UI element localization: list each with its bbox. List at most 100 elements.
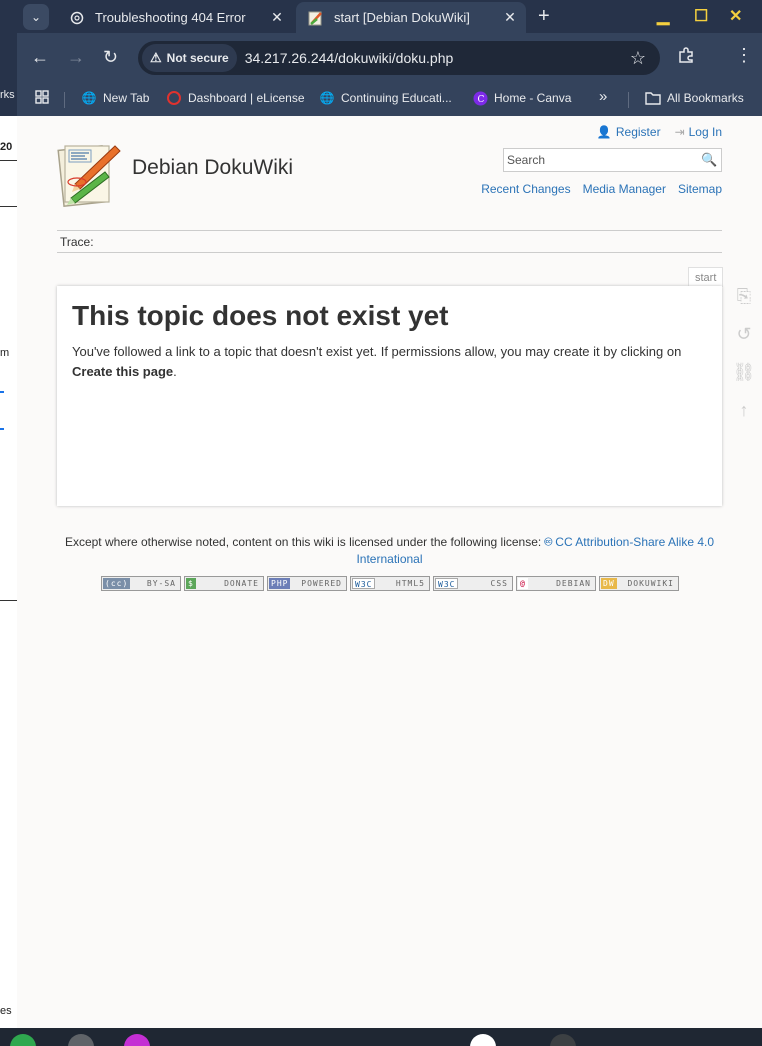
add-user-icon: 👤 bbox=[596, 125, 612, 139]
register-label: Register bbox=[615, 125, 661, 139]
shelf-app-icon[interactable] bbox=[550, 1034, 576, 1046]
user-tools: 👤 Register ⇥ Log In bbox=[583, 125, 722, 139]
badge-tag: W3C bbox=[352, 578, 376, 589]
background-window: rks 20 m es bbox=[0, 0, 17, 1046]
bookmark-continuing-education[interactable]: 🌐 Continuing Educati... bbox=[319, 90, 452, 106]
backlinks-icon[interactable]: ⛓ bbox=[729, 362, 759, 400]
search-box[interactable]: Search 🔍 bbox=[503, 148, 722, 172]
close-icon[interactable]: ✕ bbox=[267, 9, 287, 26]
background-fragment: m bbox=[0, 347, 10, 359]
bookmark-label: Dashboard | eLicense bbox=[188, 91, 305, 105]
bookmark-home-canva[interactable]: C Home - Canva bbox=[472, 90, 571, 106]
back-to-top-icon[interactable]: ↑ bbox=[729, 400, 759, 438]
background-link bbox=[0, 375, 4, 393]
search-input[interactable]: Search bbox=[504, 153, 701, 167]
badge-php-powered[interactable]: PHP POWERED bbox=[267, 576, 347, 591]
tab-troubleshooting[interactable]: Troubleshooting 404 Error ✕ bbox=[57, 2, 293, 33]
all-bookmarks-button[interactable]: All Bookmarks bbox=[645, 90, 744, 106]
close-icon[interactable]: ✕ bbox=[500, 9, 520, 26]
cc-icon: 🅭 bbox=[544, 535, 556, 549]
media-manager-link[interactable]: Media Manager bbox=[583, 182, 666, 196]
badge-w3c-html5[interactable]: W3C HTML5 bbox=[350, 576, 430, 591]
badge-tag: $ bbox=[186, 578, 196, 589]
body-end: . bbox=[173, 364, 177, 379]
chatgpt-icon bbox=[69, 10, 85, 26]
login-label: Log In bbox=[688, 125, 722, 139]
bookmark-new-tab[interactable]: 🌐 New Tab bbox=[81, 90, 150, 106]
address-bar[interactable]: ⚠ Not secure 34.217.26.244/dokuwiki/doku… bbox=[138, 41, 660, 75]
badge-debian[interactable]: @ DEBIAN bbox=[516, 576, 596, 591]
minimize-icon[interactable]: ▁ bbox=[657, 6, 669, 26]
license-notice: Except where otherwise noted, content on… bbox=[57, 534, 722, 568]
wiki-title[interactable]: Debian DokuWiki bbox=[132, 156, 293, 180]
new-tab-icon[interactable]: + bbox=[538, 5, 550, 28]
dokuwiki-logo[interactable] bbox=[55, 140, 125, 210]
extensions-puzzle-icon[interactable] bbox=[677, 46, 695, 69]
dokuwiki-favicon bbox=[308, 10, 324, 26]
shelf-app-icon[interactable] bbox=[470, 1034, 496, 1046]
navigation-toolbar: ← → ↻ ⚠ Not secure 34.217.26.244/dokuwik… bbox=[17, 33, 762, 83]
bookmark-label: Home - Canva bbox=[494, 91, 572, 105]
tab-dokuwiki-start[interactable]: start [Debian DokuWiki] ✕ bbox=[296, 2, 526, 33]
tab-search-button[interactable]: ⌄ bbox=[23, 4, 49, 30]
play-store-icon[interactable] bbox=[10, 1034, 36, 1046]
body-text: You've followed a link to a topic that d… bbox=[72, 344, 682, 359]
background-divider bbox=[0, 600, 17, 601]
badge-label: DEBIAN bbox=[556, 579, 591, 588]
page-tools: ⎘ ↺ ⛓ ↑ bbox=[729, 286, 759, 438]
more-bookmarks-chevron-icon[interactable]: » bbox=[599, 88, 607, 105]
breadcrumb-trace: Trace: bbox=[57, 230, 722, 253]
badge-label: POWERED bbox=[301, 579, 342, 588]
recent-changes-link[interactable]: Recent Changes bbox=[481, 182, 570, 196]
create-page-link[interactable]: Create this page bbox=[72, 364, 173, 379]
background-divider bbox=[0, 160, 17, 161]
page-body: You've followed a link to a topic that d… bbox=[72, 342, 707, 382]
reload-icon[interactable]: ↻ bbox=[103, 47, 118, 68]
bookmark-dashboard-elicense[interactable]: Dashboard | eLicense bbox=[166, 90, 305, 106]
folder-icon bbox=[645, 90, 661, 106]
background-fragment: 20 bbox=[0, 141, 13, 153]
wiki-page: 👤 Register ⇥ Log In Debian DokuWiki Search… bbox=[17, 116, 762, 1028]
bookmark-label: All Bookmarks bbox=[667, 91, 744, 105]
badge-tag: @ bbox=[518, 578, 528, 589]
bookmark-star-icon[interactable]: ☆ bbox=[630, 48, 646, 69]
security-indicator[interactable]: ⚠ Not secure bbox=[142, 44, 237, 72]
sitemap-link[interactable]: Sitemap bbox=[678, 182, 722, 196]
register-link[interactable]: 👤 Register bbox=[597, 125, 661, 139]
edit-page-icon[interactable]: ⎘ bbox=[729, 286, 759, 324]
warning-triangle-icon: ⚠ bbox=[150, 50, 162, 65]
background-fragment: rks bbox=[0, 89, 15, 101]
background-divider bbox=[0, 206, 17, 207]
page-heading: This topic does not exist yet bbox=[72, 300, 449, 331]
page-content: This topic does not exist yet You've fol… bbox=[57, 286, 722, 506]
badge-label: DONATE bbox=[224, 579, 259, 588]
badge-w3c-css[interactable]: W3C CSS bbox=[433, 576, 513, 591]
bookmark-separator bbox=[628, 92, 629, 108]
badge-label: HTML5 bbox=[395, 579, 425, 588]
url-text[interactable]: 34.217.26.244/dokuwiki/doku.php bbox=[245, 50, 630, 66]
search-icon[interactable]: 🔍 bbox=[701, 152, 721, 168]
kebab-menu-icon[interactable]: ⋮ bbox=[735, 45, 753, 66]
globe-icon: 🌐 bbox=[81, 91, 97, 105]
old-revisions-icon[interactable]: ↺ bbox=[729, 324, 759, 362]
window-close-icon[interactable]: ✕ bbox=[729, 6, 742, 26]
footer-badges: (cc) BY-SA $ DONATE PHP POWERED W3C HTML5 W3… bbox=[101, 576, 682, 591]
tab-title: start [Debian DokuWiki] bbox=[334, 10, 470, 25]
shelf-app-icon[interactable] bbox=[124, 1034, 150, 1046]
badge-dokuwiki[interactable]: DW DOKUWIKI bbox=[599, 576, 679, 591]
badge-tag: DW bbox=[601, 578, 617, 589]
circle-icon bbox=[166, 90, 182, 106]
globe-icon: 🌐 bbox=[319, 91, 335, 105]
badge-cc-by-sa[interactable]: (cc) BY-SA bbox=[101, 576, 181, 591]
background-link bbox=[0, 412, 4, 430]
login-link[interactable]: ⇥ Log In bbox=[675, 125, 722, 139]
canva-icon: C bbox=[472, 90, 488, 106]
shelf-app-icon[interactable] bbox=[68, 1034, 94, 1046]
maximize-icon[interactable]: ☐ bbox=[694, 6, 708, 26]
back-arrow-icon[interactable]: ← bbox=[31, 47, 49, 68]
apps-grid-icon[interactable] bbox=[35, 90, 49, 104]
badge-donate[interactable]: $ DONATE bbox=[184, 576, 264, 591]
forward-arrow-icon[interactable]: → bbox=[67, 47, 85, 68]
badge-label: BY-SA bbox=[146, 579, 176, 588]
svg-text:C: C bbox=[477, 95, 484, 105]
